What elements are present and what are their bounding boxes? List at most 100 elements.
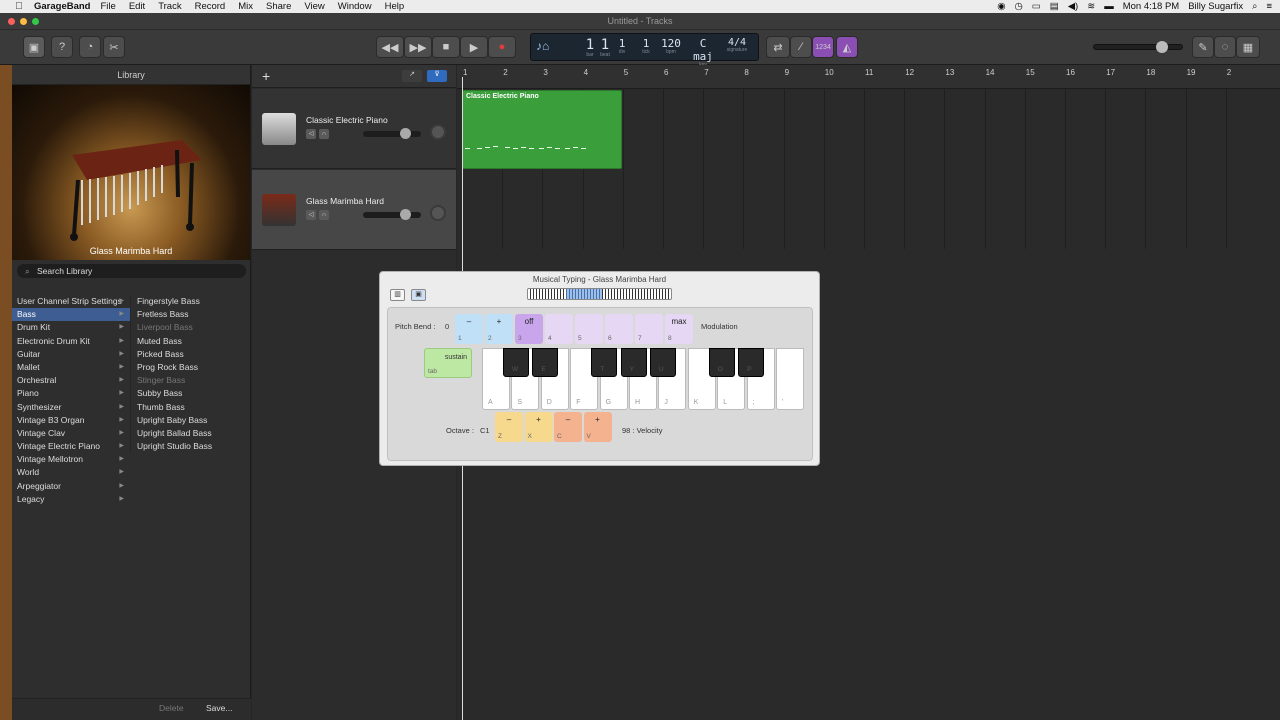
smart-controls-button[interactable]: ◔ xyxy=(79,36,101,58)
library-patch-item[interactable]: Picked Bass xyxy=(131,348,250,361)
count-in-button[interactable]: 1234 xyxy=(812,36,834,58)
battery-icon[interactable]: ▬ xyxy=(1104,1,1114,12)
library-category-item[interactable]: World ▶ xyxy=(12,466,130,479)
track-volume-slider[interactable] xyxy=(363,128,421,139)
record-button[interactable]: ● xyxy=(488,36,516,58)
menu-share[interactable]: Share xyxy=(266,1,291,12)
top-row-key[interactable]: –1 xyxy=(455,314,483,344)
top-row-key[interactable]: 7 xyxy=(635,314,663,344)
keyboard-range-highlight[interactable] xyxy=(566,289,602,299)
library-category-item[interactable]: Electronic Drum Kit ▶ xyxy=(12,335,130,348)
piano-black-key[interactable]: Y xyxy=(620,348,647,377)
library-category-item[interactable]: Synthesizer ▶ xyxy=(12,401,130,414)
library-category-item[interactable]: Vintage Electric Piano ▶ xyxy=(12,440,130,453)
lcd-display[interactable]: ♪⌂ 1bar 1beat 1div 1tick 120bpm C majkey… xyxy=(530,33,759,68)
metronome-button[interactable]: ◭ xyxy=(836,36,858,58)
media-browser-button[interactable]: ▦ xyxy=(1236,36,1260,58)
save-patch-button[interactable]: Save... xyxy=(206,703,232,713)
menu-window[interactable]: Window xyxy=(338,1,372,12)
menubar-clock[interactable]: Mon 4:18 PM xyxy=(1123,1,1180,12)
library-patch-item[interactable]: Stinger Bass xyxy=(131,374,250,387)
piano-black-key[interactable]: O xyxy=(708,348,735,377)
record-status-icon[interactable]: ◉ xyxy=(997,1,1005,12)
notepad-button[interactable]: ✎ xyxy=(1192,36,1214,58)
library-patch-item[interactable]: Thumb Bass xyxy=(131,401,250,414)
library-patch-item[interactable]: Subby Bass xyxy=(131,387,250,400)
track-pan-knob[interactable] xyxy=(430,124,446,140)
add-track-icon[interactable]: + xyxy=(262,68,270,84)
octave-key[interactable]: + X xyxy=(524,412,553,442)
piano-black-key[interactable]: W xyxy=(503,348,529,377)
library-patch-item[interactable]: Upright Ballad Bass xyxy=(131,427,250,440)
library-patch-item[interactable]: Liverpool Bass xyxy=(131,321,250,334)
wifi-icon[interactable]: ≋ xyxy=(1087,1,1095,12)
lcd-mode-icon[interactable]: ♪⌂ xyxy=(536,39,549,53)
track-pan-knob[interactable] xyxy=(430,205,446,221)
piano-black-key[interactable]: E xyxy=(532,348,559,377)
top-row-key[interactable]: max 8 xyxy=(665,314,693,344)
sustain-key[interactable]: sustain tab xyxy=(424,348,472,378)
time-machine-icon[interactable]: ◷ xyxy=(1014,1,1022,12)
menu-help[interactable]: Help xyxy=(385,1,405,12)
keyboard-range-selector[interactable] xyxy=(527,288,672,300)
notes-icon[interactable]: ▤ xyxy=(1050,1,1059,12)
fast-forward-button[interactable]: ▶▶ xyxy=(404,36,432,58)
notification-center-icon[interactable]: ≡ xyxy=(1266,1,1272,12)
musical-typing-window[interactable]: Musical Typing - Glass Marimba Hard ▥ ▣ … xyxy=(379,271,820,466)
library-patch-item[interactable]: Prog Rock Bass xyxy=(131,361,250,374)
catch-button[interactable]: ↗ xyxy=(402,70,422,82)
menu-file[interactable]: File xyxy=(101,1,116,12)
library-category-item[interactable]: Vintage Clav ▶ xyxy=(12,427,130,440)
apple-menu-icon[interactable]:  xyxy=(12,1,26,12)
library-patch-item[interactable]: Muted Bass xyxy=(131,335,250,348)
mute-button[interactable]: ◁ xyxy=(306,210,316,220)
octave-key[interactable]: + V xyxy=(583,412,612,442)
library-category-item[interactable]: User Channel Strip Settings ▶ xyxy=(12,295,130,308)
cycle-button[interactable]: ⇄ xyxy=(766,36,790,58)
menu-track[interactable]: Track xyxy=(158,1,181,12)
library-category-item[interactable]: Legacy ▶ xyxy=(12,493,130,506)
library-category-item[interactable]: Arpeggiator ▶ xyxy=(12,480,130,493)
library-patch-item[interactable]: Fretless Bass xyxy=(131,308,250,321)
rewind-button[interactable]: ◀◀ xyxy=(376,36,404,58)
library-patch-item[interactable]: Upright Baby Bass xyxy=(131,414,250,427)
lcd-key-value[interactable]: C maj xyxy=(687,37,719,63)
library-button[interactable]: ▣ xyxy=(23,36,45,58)
delete-patch-button[interactable]: Delete xyxy=(159,703,184,713)
library-category-item[interactable]: Piano ▶ xyxy=(12,387,130,400)
track-volume-slider[interactable] xyxy=(363,209,421,220)
library-patch-item[interactable]: Fingerstyle Bass xyxy=(131,295,250,308)
octave-key[interactable]: – C xyxy=(554,412,582,442)
piano-black-key[interactable]: P xyxy=(738,348,765,377)
menu-mix[interactable]: Mix xyxy=(238,1,253,12)
keyboard-mode-piano-button[interactable]: ▥ xyxy=(390,289,405,301)
editors-button[interactable]: ✂ xyxy=(103,36,125,58)
solo-headphones-button[interactable]: ∩ xyxy=(319,210,329,220)
top-row-key[interactable]: 5 xyxy=(575,314,603,344)
top-row-key[interactable]: +2 xyxy=(485,314,513,344)
menubar-user[interactable]: Billy Sugarfix xyxy=(1188,1,1243,12)
tuner-button[interactable]: ⁄ xyxy=(790,36,812,58)
piano-white-key[interactable]: ' xyxy=(776,348,804,410)
menu-record[interactable]: Record xyxy=(195,1,226,12)
master-volume-knob[interactable] xyxy=(1156,41,1168,53)
solo-headphones-button[interactable]: ∩ xyxy=(319,129,329,139)
library-category-item[interactable]: Drum Kit ▶ xyxy=(12,321,130,334)
top-row-key[interactable]: 4 xyxy=(545,314,573,344)
top-row-key[interactable]: 6 xyxy=(605,314,633,344)
library-category-item[interactable]: Vintage B3 Organ ▶ xyxy=(12,414,130,427)
library-search-field[interactable]: ⌕ Search Library xyxy=(17,264,246,278)
menu-view[interactable]: View xyxy=(304,1,324,12)
top-row-key[interactable]: off 3 xyxy=(515,314,543,344)
track-volume-knob[interactable] xyxy=(400,209,411,220)
track-volume-knob[interactable] xyxy=(400,128,411,139)
ruler[interactable]: 1 2 3 4 5 6 7 8 9 10 11 12 13 14 15 16 17 18 19 2 xyxy=(457,65,1280,89)
display-icon[interactable]: ▭ xyxy=(1032,1,1041,12)
library-category-item[interactable]: Mallet ▶ xyxy=(12,361,130,374)
quick-help-button[interactable]: ? xyxy=(51,36,73,58)
master-volume-slider[interactable] xyxy=(1093,41,1183,53)
track-row-glass-marimba-hard[interactable]: Glass Marimba Hard ◁ ∩ xyxy=(252,170,456,250)
mute-button[interactable]: ◁ xyxy=(306,129,316,139)
library-category-item[interactable]: Guitar ▶ xyxy=(12,348,130,361)
piano-black-key[interactable]: U xyxy=(650,348,676,377)
